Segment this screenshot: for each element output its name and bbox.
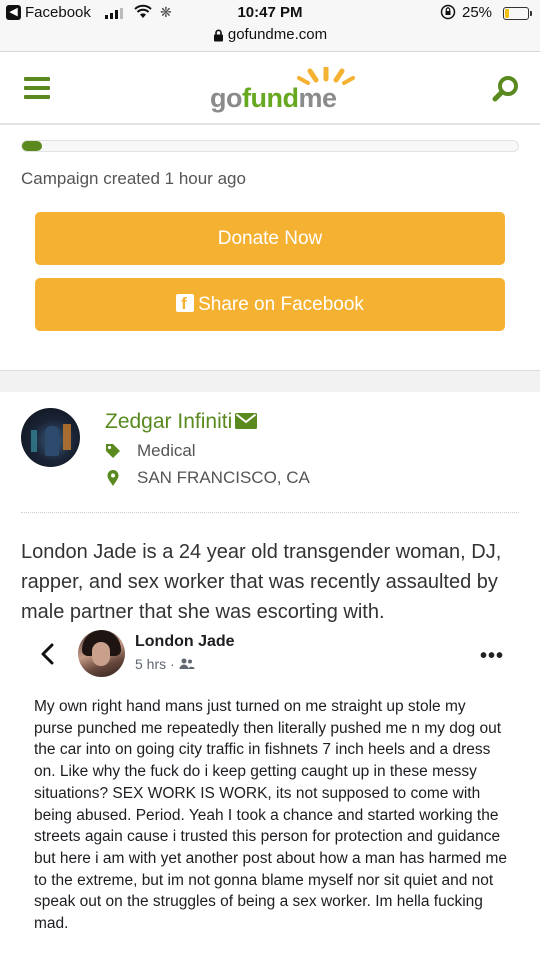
gofundme-logo[interactable]: gofundme <box>210 67 355 115</box>
post-author-name[interactable]: London Jade <box>135 633 235 651</box>
campaign-location: SAN FRANCISCO, CA <box>105 468 310 488</box>
location-label: SAN FRANCISCO, CA <box>137 468 310 487</box>
post-text: My own right hand mans just turned on me… <box>34 698 508 933</box>
donate-now-label: Donate Now <box>217 228 323 249</box>
hamburger-menu-icon[interactable] <box>24 77 50 99</box>
post-time[interactable]: 5 hrs · <box>135 656 175 672</box>
organizer-name: Zedgar Infiniti <box>105 410 233 433</box>
url-domain: gofundme.com <box>227 26 328 43</box>
progress-fill <box>22 141 42 151</box>
logo-wordmark: gofundme <box>210 83 337 113</box>
post-meta: 5 hrs · <box>135 656 195 672</box>
battery-icon <box>503 7 532 20</box>
battery-percent: 25% <box>462 4 493 21</box>
more-options-icon[interactable]: ••• <box>480 645 504 668</box>
envelope-icon[interactable] <box>235 413 258 429</box>
chevron-left-icon[interactable] <box>40 642 54 666</box>
post-author-avatar[interactable] <box>78 630 125 677</box>
campaign-category[interactable]: Medical <box>105 441 196 461</box>
fundraising-progress-bar <box>21 140 519 152</box>
section-divider <box>0 370 540 392</box>
category-label: Medical <box>137 441 196 460</box>
share-on-facebook-button[interactable]: Share on Facebook <box>35 278 505 331</box>
address-bar[interactable]: gofundme.com <box>0 26 540 52</box>
rotation-lock-icon <box>440 4 456 20</box>
divider <box>21 512 519 513</box>
campaign-created-text: Campaign created 1 hour ago <box>21 169 246 188</box>
friends-audience-icon <box>179 658 195 669</box>
search-icon[interactable] <box>491 74 521 104</box>
clock: 10:47 PM <box>237 4 303 21</box>
donate-now-button[interactable]: Donate Now <box>35 212 505 265</box>
site-header: gofundme <box>0 53 540 125</box>
campaign-story: London Jade is a 24 year old transgender… <box>21 541 502 623</box>
location-pin-icon <box>107 469 119 486</box>
tag-icon <box>106 444 120 458</box>
organizer-name-link[interactable]: Zedgar Infiniti <box>105 410 258 434</box>
lock-icon <box>213 29 223 42</box>
organizer-avatar[interactable] <box>21 408 80 467</box>
status-bar: ◀ Facebook ❋ 10:47 PM 25% <box>0 0 540 26</box>
facebook-icon <box>176 294 195 314</box>
share-label: Share on Facebook <box>198 294 364 315</box>
